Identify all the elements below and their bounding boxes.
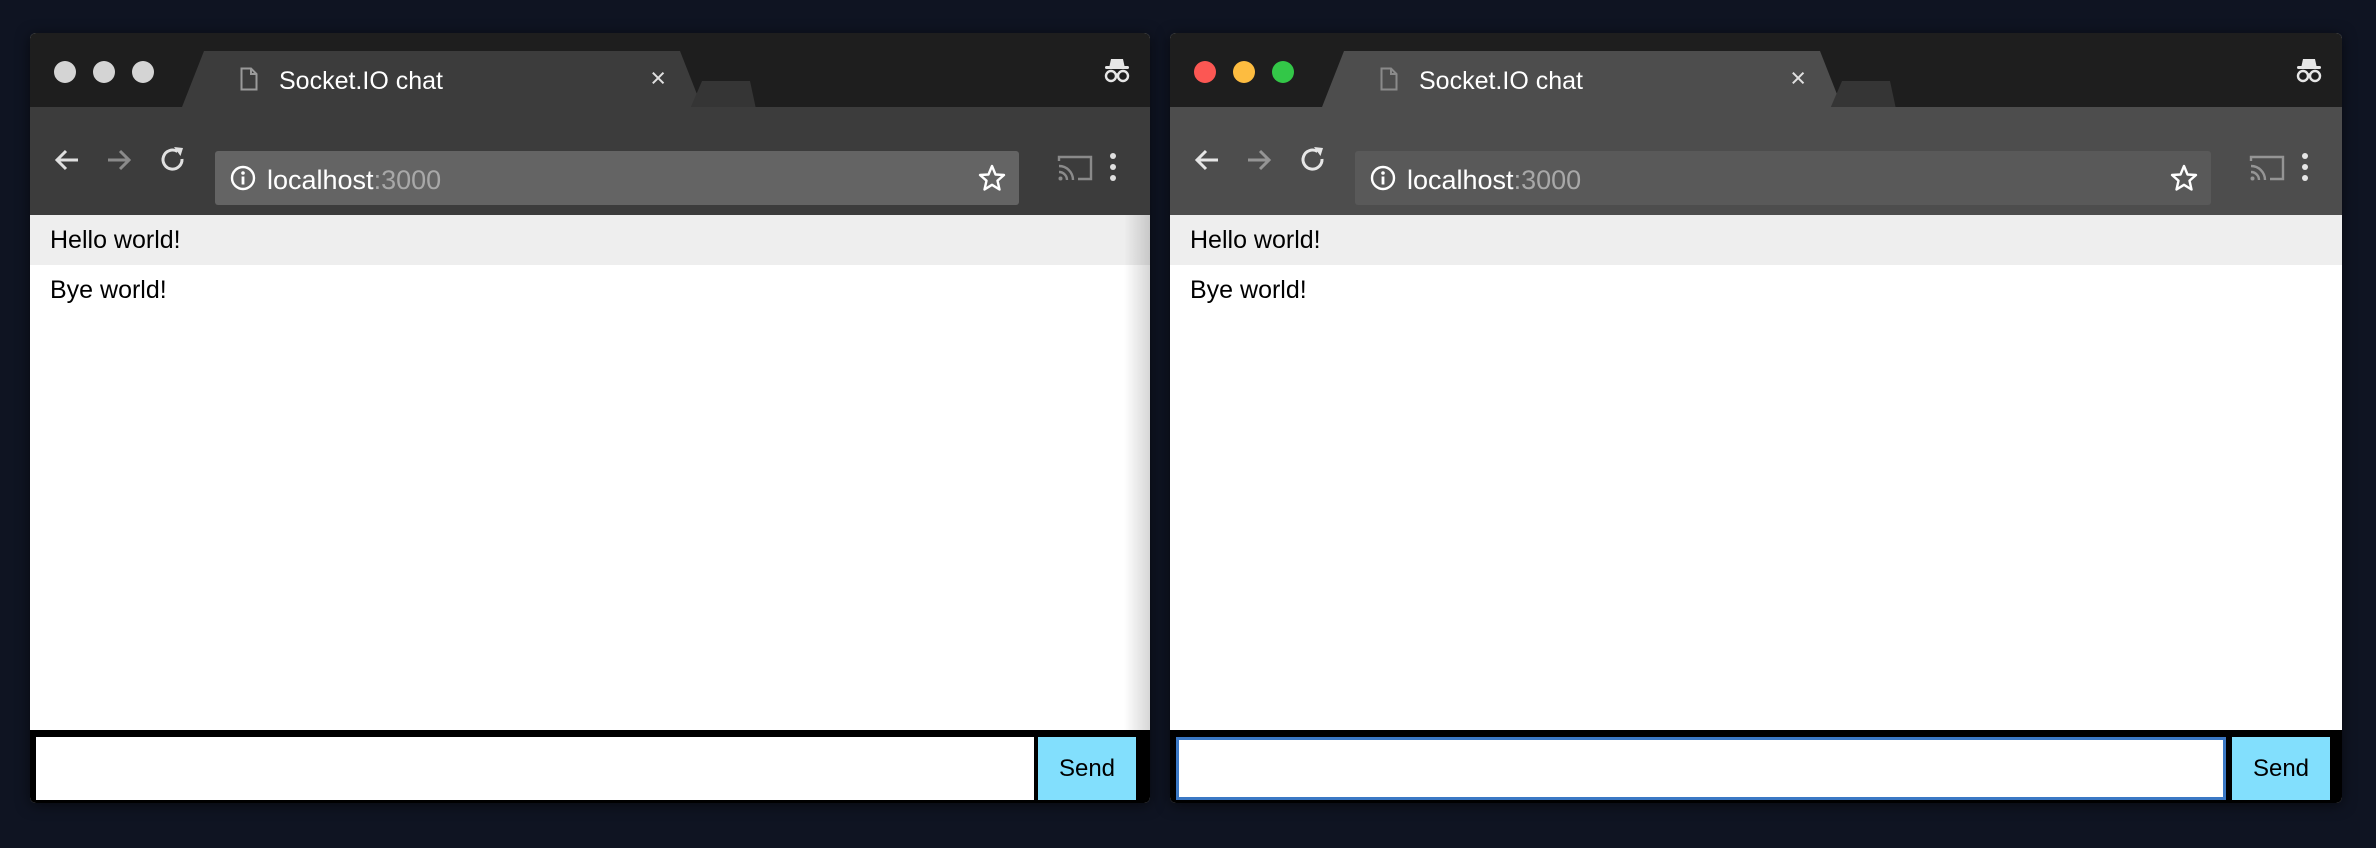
send-button[interactable]: Send (1038, 737, 1136, 800)
message-item: Hello world! (30, 215, 1150, 265)
info-icon[interactable] (229, 164, 257, 192)
new-tab-button[interactable] (1830, 81, 1896, 109)
incognito-icon (1104, 59, 1130, 83)
browser-toolbar: localhost:3000 (1170, 107, 2342, 215)
bookmark-star-icon[interactable] (977, 163, 1007, 193)
chat-form: Send (30, 730, 1150, 803)
send-button[interactable]: Send (2232, 737, 2330, 800)
message-input[interactable] (1176, 737, 2226, 800)
address-bar[interactable]: localhost:3000 (215, 151, 1019, 205)
url-host: localhost (1407, 165, 1514, 195)
message-item: Bye world! (1190, 276, 1307, 304)
window-controls (1194, 61, 1294, 83)
reload-icon[interactable] (158, 145, 188, 175)
page-icon (240, 67, 258, 91)
chat-messages: Hello world! Bye world! (30, 215, 1150, 760)
new-tab-button[interactable] (690, 81, 756, 109)
tab-title: Socket.IO chat (279, 67, 443, 95)
address-bar[interactable]: localhost:3000 (1355, 151, 2211, 205)
close-window-button[interactable] (1194, 61, 1216, 83)
tab-close-icon[interactable]: × (650, 65, 666, 92)
tab-socketio-chat[interactable]: Socket.IO chat × (1322, 51, 1842, 107)
minimize-window-button[interactable] (93, 61, 115, 83)
message-item: Hello world! (1170, 215, 2342, 265)
message-item: Bye world! (50, 276, 167, 304)
forward-arrow-icon[interactable] (104, 145, 134, 175)
close-window-button[interactable] (54, 61, 76, 83)
tab-title: Socket.IO chat (1419, 67, 1583, 95)
chat-messages: Hello world! Bye world! (1170, 215, 2342, 760)
url-port: :3000 (373, 165, 442, 195)
back-arrow-icon[interactable] (52, 145, 82, 175)
forward-arrow-icon[interactable] (1244, 145, 1274, 175)
cast-icon[interactable] (1056, 153, 1094, 183)
more-menu-icon[interactable] (2300, 151, 2310, 183)
url-host: localhost (267, 165, 374, 195)
zoom-window-button[interactable] (132, 61, 154, 83)
browser-window-left: Socket.IO chat × localhost:3000 Hello wo… (30, 33, 1150, 803)
incognito-icon (2296, 59, 2322, 83)
tab-close-icon[interactable]: × (1790, 65, 1806, 92)
tab-strip: Socket.IO chat × (30, 33, 1150, 107)
page-icon (1380, 67, 1398, 91)
browser-window-right: Socket.IO chat × localhost:3000 Hello wo… (1170, 33, 2342, 803)
browser-toolbar: localhost:3000 (30, 107, 1150, 215)
info-icon[interactable] (1369, 164, 1397, 192)
url-text: localhost:3000 (267, 165, 441, 196)
back-arrow-icon[interactable] (1192, 145, 1222, 175)
more-menu-icon[interactable] (1108, 151, 1118, 183)
chat-form: Send (1170, 730, 2342, 803)
message-input[interactable] (36, 737, 1034, 800)
reload-icon[interactable] (1298, 145, 1328, 175)
tab-strip: Socket.IO chat × (1170, 33, 2342, 107)
window-controls (54, 61, 154, 83)
zoom-window-button[interactable] (1272, 61, 1294, 83)
url-port: :3000 (1513, 165, 1582, 195)
url-text: localhost:3000 (1407, 165, 1581, 196)
minimize-window-button[interactable] (1233, 61, 1255, 83)
tab-socketio-chat[interactable]: Socket.IO chat × (182, 51, 702, 107)
cast-icon[interactable] (2248, 153, 2286, 183)
bookmark-star-icon[interactable] (2169, 163, 2199, 193)
